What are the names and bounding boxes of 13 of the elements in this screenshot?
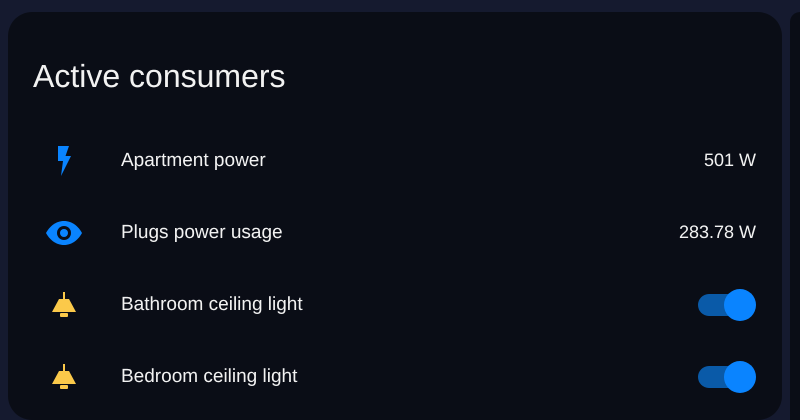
entity-name: Apartment power [121,150,267,172]
entity-name: Bathroom ceiling light [121,294,304,316]
lightning-icon [56,146,72,176]
entity-name: Bedroom ceiling light [121,366,298,388]
entity-value: 283.78 W [678,222,756,243]
entity-value: 501 W [704,150,756,171]
ceiling-light-icon [51,292,77,318]
ceiling-light-icon [51,364,77,390]
entity-name: Plugs power usage [121,222,284,244]
toggle-switch[interactable] [698,288,756,320]
toggle-switch[interactable] [698,360,756,392]
eye-icon [46,220,82,244]
card-title: Active consumers [33,58,287,94]
